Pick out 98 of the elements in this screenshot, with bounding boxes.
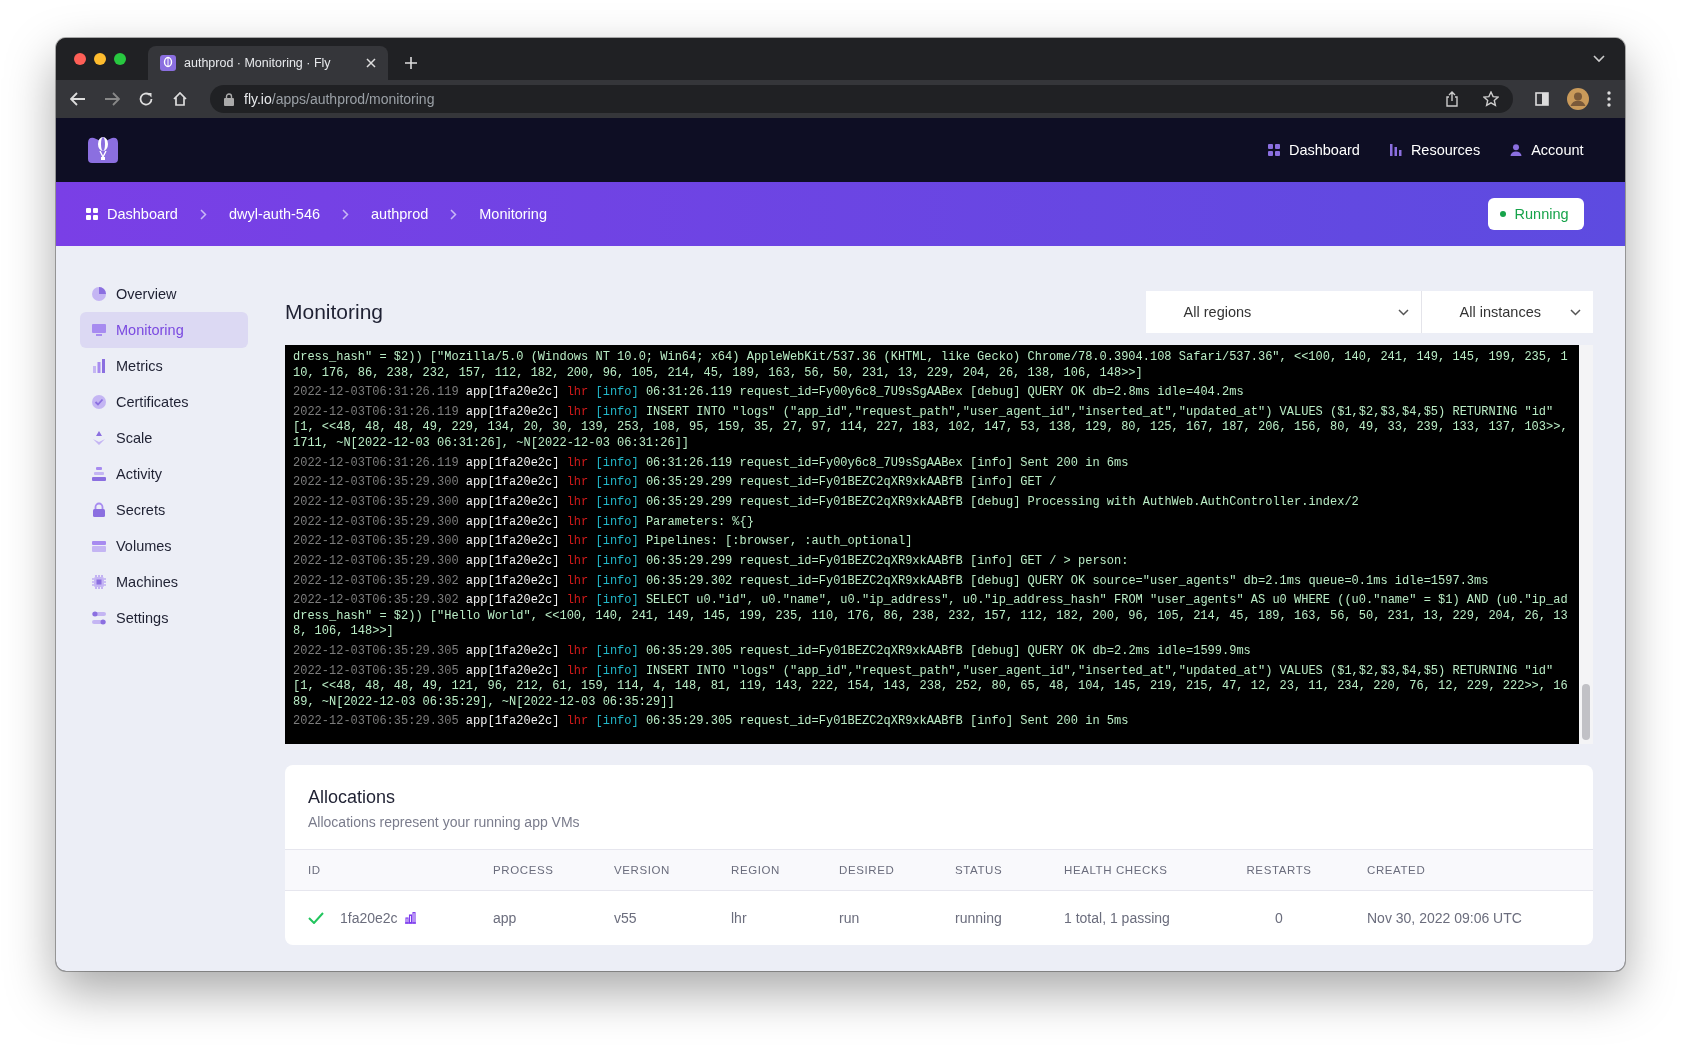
machines-icon (91, 574, 107, 590)
table-cell-text: app (493, 910, 518, 926)
log-entry: 2022-12-03T06:31:26.119 app[1fa20e2c] lhr [info] 06:31:26.119 request_id=Fy00y6c8_7U9sSgAABex [debug] QUERY OK db=2.8ms idle=404.2ms (293, 385, 1245, 401)
sidebar-item[interactable]: Certificates (80, 384, 248, 420)
monitoring-icon (91, 322, 107, 338)
address-bar[interactable]: fly.io/apps/authprod/monitoring (210, 85, 1513, 113)
sidebar-item[interactable]: Metrics (80, 348, 248, 384)
metrics-icon (91, 358, 107, 374)
log-entry: 2022-12-03T06:35:29.300 app[1fa20e2c] lhr [info] 06:35:29.299 request_id=Fy01BEZC2qXR9xkAABfB [info] GET / (293, 475, 1058, 491)
nav-link[interactable]: Account (1510, 142, 1584, 158)
log-entry: 2022-12-03T06:35:29.305 app[1fa20e2c] lhr [info] 06:35:29.305 request_id=Fy01BEZC2qXR9xkAABfB [debug] QUERY OK db=2.2ms idle=1599.9ms (293, 644, 1252, 660)
log-entry: 2022-12-03T06:35:29.302 app[1fa20e2c] lhr [info] SELECT u0."id", u0."name", u0."ip_address", u0."ip_address_hash" FROM "user_agents" AS u0 WHERE ((u0."name" = $1) AND (u0."ip_address_hash" = $2)) ["Hello World", <<100, 140, 241, 149, 145, 199, 235, 110, 176, 86, 238, 232, 157, 112, 182, 200, 96, 105, 214, 45, 189, 163, 56, 50, 231, 13, 229, 204, 26, 138, 106, 148>>] (293, 593, 1569, 640)
certificates-icon (91, 394, 107, 410)
secrets-icon (91, 502, 107, 518)
column-header: REGION (731, 864, 781, 876)
sidebar-item[interactable]: Overview (80, 276, 248, 312)
table-cell-text: run (839, 910, 861, 926)
log-entry: 2022-12-03T06:35:29.300 app[1fa20e2c] lhr [info] 06:35:29.299 request_id=Fy01BEZC2qXR9xkAABfB [info] GET / > person: (293, 554, 1130, 570)
column-header: RESTARTS (1245, 864, 1313, 876)
settings-icon (91, 610, 107, 626)
breadcrumb-link[interactable]: Dashboard (86, 206, 178, 222)
star-icon[interactable] (1483, 91, 1499, 107)
filter-dropdown[interactable]: All instances (1421, 291, 1593, 333)
column-header: VERSION (614, 864, 671, 876)
url-text: fly.io/apps/authprod/monitoring (244, 91, 435, 107)
balloon-logo-icon[interactable] (86, 135, 120, 165)
lock-icon (224, 92, 234, 106)
table-cell-text: running (955, 910, 1003, 926)
home-icon[interactable] (172, 91, 188, 107)
reload-icon[interactable] (138, 91, 154, 107)
scrollbar-thumb[interactable] (1581, 684, 1590, 740)
breadcrumb-link[interactable]: dwyl-auth-546 (228, 206, 320, 222)
column-header: HEALTH CHECKS (1064, 864, 1169, 876)
caret-icon (1569, 308, 1581, 316)
person-icon (1510, 144, 1523, 156)
sidebar-item[interactable]: Secrets (80, 492, 248, 528)
log-entry: dress_hash" = $2)) ["Mozilla/5.0 (Windows NT 10.0; Win64; x64) AppleWebKit/537.36 (KHTML, like Gecko) Chrome/78.0.3904.108 Safari/537.36", <<100, 140, 241, 149, 145, 199, 235, 110, 176, 86, 238, 232, 157, 112, 182, 200, 96, 105, 214, 45, 189, 163, 56, 50, 231, 13, 229, 204, 26, 138, 106, 148>>] (293, 350, 1569, 381)
minimize-window-button[interactable] (94, 53, 106, 65)
zoom-window-button[interactable] (114, 53, 126, 65)
table-cell-text: lhr (731, 910, 748, 926)
breadcrumb-link[interactable]: authprod (371, 206, 429, 222)
allocation-id-link[interactable]: 1fa20e2c (340, 910, 398, 926)
page-title: Monitoring (285, 300, 384, 324)
log-entry: 2022-12-03T06:35:29.300 app[1fa20e2c] lhr [info] Parameters: %{} (293, 514, 755, 531)
column-header: DESIRED (839, 864, 896, 876)
table-cell-text: v55 (614, 910, 638, 926)
bar-chart-icon (1389, 144, 1402, 156)
forward-icon[interactable] (104, 92, 120, 106)
sidebar-item[interactable]: Activity (80, 456, 248, 492)
table-cell-text: 1 total, 1 passing (1064, 910, 1171, 926)
browser-tab[interactable]: authprod · Monitoring · Fly (148, 46, 388, 80)
grid-icon (1267, 144, 1280, 156)
log-entry: 2022-12-03T06:35:29.302 app[1fa20e2c] lhr [info] 06:35:29.302 request_id=Fy01BEZC2qXR9xkAABfB [debug] QUERY OK source="user_agents" db=2.1ms queue=0.1ms idle=1597.3ms (293, 573, 1490, 590)
breadcrumb-link[interactable]: Monitoring (479, 206, 547, 222)
log-entry: 2022-12-03T06:35:29.305 app[1fa20e2c] lhr [info] INSERT INTO "logs" ("app_id","request_path","user_agent_id","inserted_at","updated_at") VALUES ($1,$2,$3,$4,$5) RETURNING "id" [1, <<48, 48, 48, 49, 121, 96, 212, 61, 159, 114, 4, 148, 81, 119, 143, 222, 154, 143, 238, 252, 80, 65, 48, 104, 145, 219, 215, 47, 12, 23, 11, 234, 220, 76, 12, 229, 222>>, 1689, ~N[2022-12-03 06:35:29], ~N[2022-12-03 06:35:29]] (293, 663, 1569, 711)
section-title: Allocations (308, 787, 397, 808)
column-header: CREATED (1366, 864, 1427, 876)
column-header: ID (308, 864, 322, 876)
sidebar-icon[interactable] (1535, 92, 1549, 106)
log-entry: 2022-12-03T06:35:29.305 app[1fa20e2c] lhr [info] 06:35:29.305 request_id=Fy01BEZC2qXR9xkAABfB [info] Sent 200 in 5ms (293, 714, 1130, 730)
caret-icon (1397, 308, 1409, 316)
status-dot-icon (1499, 211, 1506, 217)
sidebar-item[interactable]: Volumes (80, 528, 248, 564)
sidebar-item[interactable]: Monitoring (80, 312, 248, 348)
log-entry: 2022-12-03T06:31:26.119 app[1fa20e2c] lhr [info] 06:31:26.119 request_id=Fy00y6c8_7U9sSgAABex [info] Sent 200 in 6ms (293, 455, 1130, 472)
chevron-down-icon[interactable] (1593, 55, 1605, 63)
chevron-right-icon (342, 208, 349, 220)
sidebar-item[interactable]: Machines (80, 564, 248, 600)
close-tab-icon[interactable] (366, 58, 376, 68)
table-cell-text: 0 (1274, 910, 1284, 926)
more-icon[interactable] (1607, 91, 1611, 107)
log-entry: 2022-12-03T06:31:26.119 app[1fa20e2c] lhr [info] INSERT INTO "logs" ("app_id","request_path","user_agent_id","inserted_at","updated_at") VALUES ($1,$2,$3,$4,$5) RETURNING "id" [1, <<48, 48, 48, 49, 229, 134, 20, 30, 139, 253, 108, 95, 159, 35, 27, 97, 114, 227, 183, 102, 147, 53, 138, 129, 80, 125, 167, 187, 206, 156, 80, 49, 33, 239, 133, 137, 103>>, 1711, ~N[2022-12-03 06:31:26], ~N[2022-12-03 06:31:26]] (293, 404, 1569, 452)
back-icon[interactable] (70, 92, 86, 106)
nav-link[interactable]: Dashboard (1267, 142, 1360, 158)
bar-chart-icon[interactable] (403, 912, 417, 924)
sidebar-item[interactable]: Scale (80, 420, 248, 456)
sidebar-item[interactable]: Settings (80, 600, 248, 636)
column-header: PROCESS (493, 864, 555, 876)
nav-link[interactable]: Resources (1389, 142, 1481, 158)
log-entry: 2022-12-03T06:35:29.300 app[1fa20e2c] lhr [info] Pipelines: [:browser, :auth_optional] (293, 534, 914, 550)
overview-icon (91, 286, 107, 302)
chevron-right-icon (450, 208, 458, 220)
tab-title: authprod · Monitoring · Fly (184, 56, 332, 70)
avatar-icon[interactable] (1567, 88, 1589, 110)
log-entry: 2022-12-03T06:35:29.300 app[1fa20e2c] lhr [info] 06:35:29.299 request_id=Fy01BEZC2qXR9xkAABfB [debug] Processing with AuthWeb.AuthController.index/2 (293, 494, 1360, 511)
close-window-button[interactable] (74, 53, 86, 65)
check-icon (308, 912, 324, 924)
share-icon[interactable] (1445, 91, 1459, 107)
column-header: STATUS (955, 864, 1004, 876)
chevron-right-icon (199, 208, 207, 220)
grid-icon (86, 208, 98, 220)
new-tab-icon[interactable] (404, 56, 418, 70)
section-subtitle: Allocations represent your running app VMs (308, 814, 581, 830)
balloon-icon (160, 55, 176, 71)
activity-icon (91, 466, 107, 482)
volumes-icon (91, 538, 107, 554)
filter-dropdown[interactable]: All regions (1145, 291, 1422, 333)
table-cell-text: Nov 30, 2022 09:06 UTC (1366, 910, 1523, 926)
